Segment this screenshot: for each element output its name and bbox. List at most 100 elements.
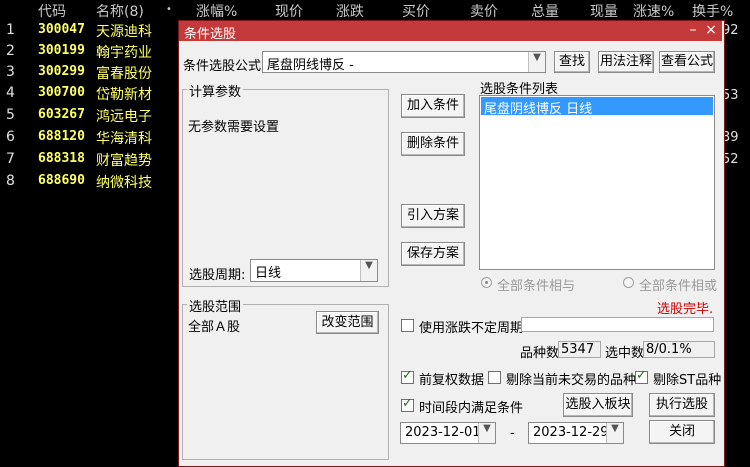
exclude-untraded-checkbox[interactable] xyxy=(488,371,501,384)
radio-or[interactable] xyxy=(623,277,634,288)
exclude-st-label: 剔除ST品种 xyxy=(653,373,722,388)
chevron-down-icon[interactable]: ▼ xyxy=(606,423,623,443)
chevron-down-icon[interactable]: ▼ xyxy=(528,52,545,72)
col-current-vol[interactable]: 现量 xyxy=(590,1,618,21)
uncertain-period-input[interactable] xyxy=(521,317,714,332)
col-bid[interactable]: 买价 xyxy=(402,1,430,21)
stock-code: 603267 xyxy=(38,107,85,122)
stock-row[interactable]: 8 688690 纳微科技 xyxy=(0,172,178,193)
selected-value: 8/0.1% xyxy=(643,341,715,358)
row-index: 7 xyxy=(6,151,15,167)
stock-code: 300299 xyxy=(38,64,85,79)
adjusted-data-checkbox[interactable] xyxy=(401,368,414,384)
row-index: 4 xyxy=(6,85,15,101)
start-date-picker[interactable]: 2023-12-01 ▼ xyxy=(400,422,496,444)
add-condition-button[interactable]: 加入条件 xyxy=(401,94,465,118)
period-value: 日线 xyxy=(255,266,282,281)
list-item-label: 尾盘阴线博反 日线 xyxy=(484,102,593,117)
row-index: 6 xyxy=(6,129,15,145)
count-label: 品种数 xyxy=(520,346,560,361)
exclude-st-checkbox[interactable] xyxy=(635,368,648,384)
col-code[interactable]: 代码 xyxy=(38,1,66,21)
execute-button[interactable]: 执行选股 xyxy=(649,393,715,417)
import-plan-button[interactable]: 引入方案 xyxy=(401,204,465,228)
row-index: 8 xyxy=(6,173,15,189)
formula-value: 尾盘阴线博反 - xyxy=(267,58,354,73)
row-index: 1 xyxy=(6,22,15,38)
radio-and[interactable] xyxy=(481,277,492,288)
save-plan-button[interactable]: 保存方案 xyxy=(401,242,465,266)
col-speed[interactable]: 涨速% xyxy=(633,1,674,21)
stock-name: 岱勒新材 xyxy=(96,87,152,103)
formula-label: 条件选股公式 xyxy=(183,59,262,74)
col-ask[interactable]: 卖价 xyxy=(470,1,498,21)
stock-row[interactable]: 3 300299 富春股份 xyxy=(0,63,178,84)
stock-name: 翰宇药业 xyxy=(96,45,152,61)
col-volume[interactable]: 总量 xyxy=(531,1,559,21)
stock-code: 300047 xyxy=(38,22,85,37)
condition-list[interactable]: 尾盘阴线博反 日线 xyxy=(479,95,715,270)
col-turnover[interactable]: 换手% xyxy=(692,1,733,21)
minimize-icon[interactable]: – xyxy=(684,22,702,39)
status-text: 选股完毕. xyxy=(657,302,714,317)
col-change-pct[interactable]: 涨幅% xyxy=(196,1,237,21)
delete-condition-button[interactable]: 删除条件 xyxy=(401,132,465,156)
formula-select[interactable]: 尾盘阴线博反 - ▼ xyxy=(262,51,546,73)
stock-name: 纳微科技 xyxy=(96,175,152,191)
period-select[interactable]: 日线 ▼ xyxy=(250,259,378,282)
change-range-button[interactable]: 改变范围 xyxy=(316,311,379,334)
stock-name: 天源迪科 xyxy=(96,24,152,40)
chevron-down-icon[interactable]: ▼ xyxy=(478,423,495,443)
range-value: 全部Ａ股 xyxy=(188,320,241,335)
end-date-picker[interactable]: 2023-12-29 ▼ xyxy=(528,422,624,444)
selected-label: 选中数 xyxy=(605,346,645,361)
stock-list-header: 代码 名称(8) • 涨幅% 现价 涨跌 买价 卖价 总量 现量 涨速% 换手% xyxy=(0,0,750,20)
radio-or-label: 全部条件相或 xyxy=(639,279,718,294)
range-title: 选股范围 xyxy=(187,296,244,315)
stock-row[interactable]: 1 300047 天源迪科 xyxy=(0,21,178,42)
col-price[interactable]: 现价 xyxy=(275,1,303,21)
stock-code: 688690 xyxy=(38,173,85,188)
condition-select-dialog: 条件选股 – × 条件选股公式 尾盘阴线博反 - ▼ 查找 用法注释 查看公式 … xyxy=(178,20,725,467)
stock-name: 富春股份 xyxy=(96,66,152,82)
dialog-title-bar[interactable]: 条件选股 – × xyxy=(179,21,722,42)
no-params-text: 无参数需要设置 xyxy=(188,120,280,135)
end-date-value: 2023-12-29 xyxy=(533,425,609,440)
adjusted-data-label: 前复权数据 xyxy=(419,373,485,388)
close-button[interactable]: 关闭 xyxy=(649,420,715,444)
radio-and-label: 全部条件相与 xyxy=(497,279,576,294)
period-label: 选股周期: xyxy=(189,268,246,283)
stock-name: 华海清科 xyxy=(96,131,152,147)
chevron-down-icon[interactable]: ▼ xyxy=(360,260,377,281)
period-condition-label: 时间段内满足条件 xyxy=(419,401,524,416)
stock-row[interactable]: 4 300700 岱勒新材 xyxy=(0,84,178,105)
stock-row[interactable]: 6 688120 华海清科 xyxy=(0,128,178,149)
stock-name: 财富趋势 xyxy=(96,153,152,169)
usage-button[interactable]: 用法注释 xyxy=(598,51,654,73)
row-index: 3 xyxy=(6,64,15,80)
uncertain-period-label: 使用涨跌不定周期 xyxy=(419,321,524,336)
calc-params-title: 计算参数 xyxy=(187,81,244,100)
start-date-value: 2023-12-01 xyxy=(405,425,481,440)
col-dot: • xyxy=(166,4,172,15)
period-condition-checkbox[interactable] xyxy=(401,396,414,412)
find-button[interactable]: 查找 xyxy=(554,51,590,73)
stock-name: 鸿远电子 xyxy=(96,109,152,125)
stock-row[interactable]: 5 603267 鸿远电子 xyxy=(0,106,178,127)
stock-row[interactable]: 7 688318 财富趋势 xyxy=(0,150,178,171)
col-name[interactable]: 名称(8) xyxy=(96,1,144,21)
stock-code: 300700 xyxy=(38,85,85,100)
count-value: 5347 xyxy=(558,341,601,358)
col-change[interactable]: 涨跌 xyxy=(336,1,364,21)
close-icon[interactable]: × xyxy=(702,22,720,39)
uncertain-period-checkbox[interactable] xyxy=(401,319,414,332)
row-index: 2 xyxy=(6,43,15,59)
list-item[interactable]: 尾盘阴线博反 日线 xyxy=(481,97,713,117)
exclude-untraded-label: 剔除当前未交易的品种 xyxy=(506,373,637,388)
date-dash: - xyxy=(510,426,515,441)
stock-code: 688318 xyxy=(38,151,85,166)
stock-code: 688120 xyxy=(38,129,85,144)
stock-row[interactable]: 2 300199 翰宇药业 xyxy=(0,42,178,63)
to-block-button[interactable]: 选股入板块 xyxy=(563,393,633,417)
view-formula-button[interactable]: 查看公式 xyxy=(659,51,715,73)
